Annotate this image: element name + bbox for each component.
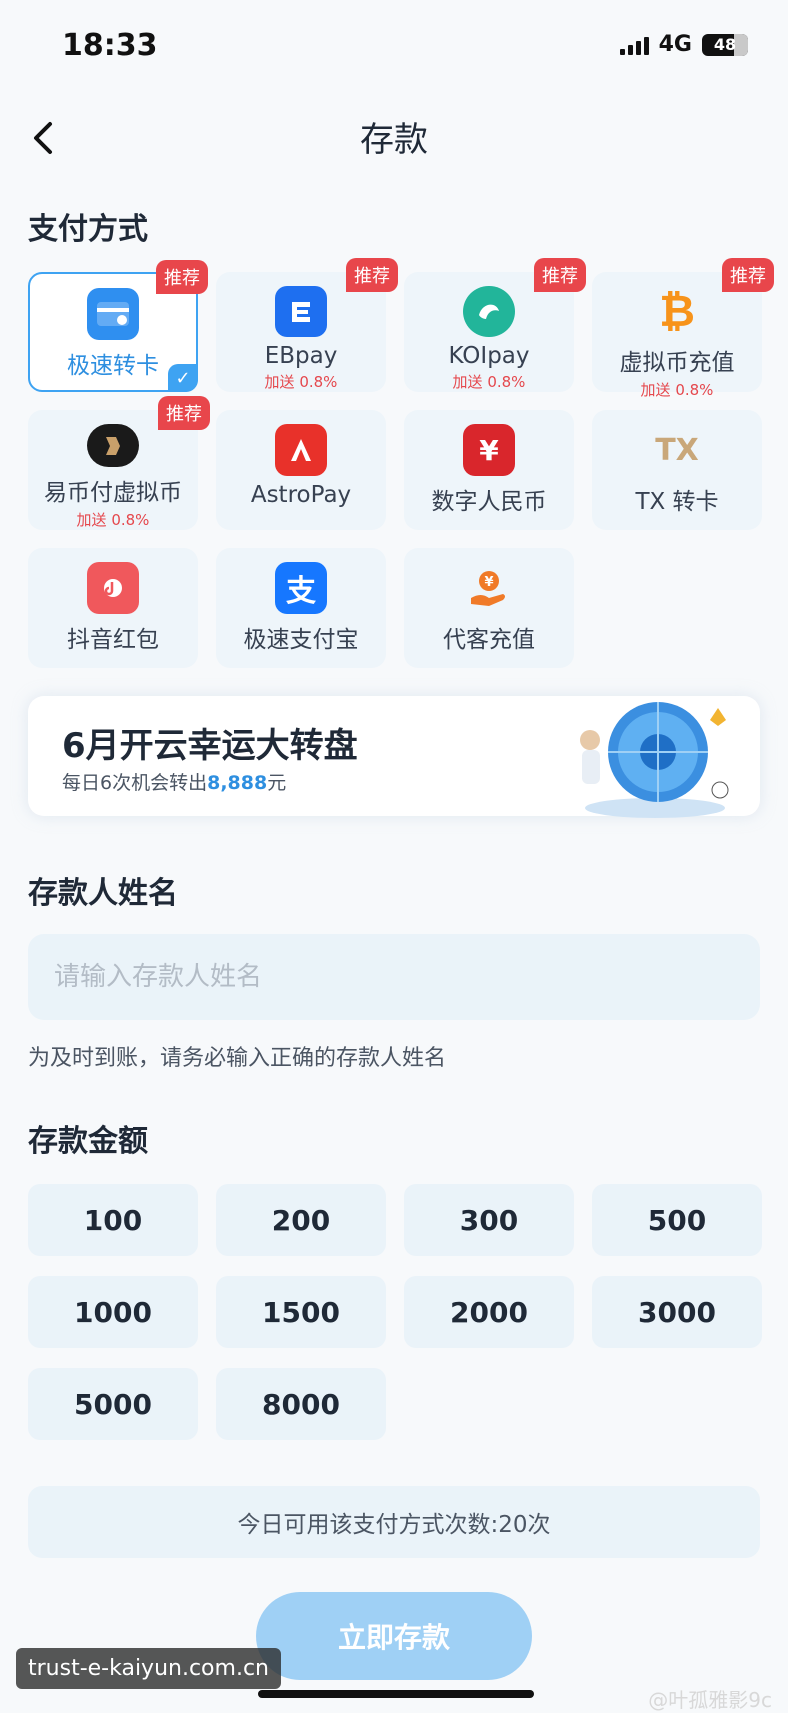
payment-method-agent[interactable]: ¥ 代客充值 xyxy=(404,548,574,668)
depositor-name-label: 存款人姓名 xyxy=(28,876,178,911)
amount-option-200[interactable]: 200 xyxy=(216,1184,386,1256)
payment-method-name: 虚拟币充值 xyxy=(619,350,735,376)
battery-icon: 48 xyxy=(702,33,748,56)
banner-subtitle: 每日6次机会转出8,888元 xyxy=(62,768,286,795)
bitcoin-icon: ₿ xyxy=(659,286,695,337)
depositor-name-hint: 为及时到账，请务必输入正确的存款人姓名 xyxy=(28,1046,447,1071)
amount-option-1500[interactable]: 1500 xyxy=(216,1276,386,1348)
recommend-tag: 推荐 xyxy=(534,258,586,292)
payment-method-name: 代客充值 xyxy=(443,627,535,653)
alipay-icon: 支 xyxy=(275,562,327,614)
amount-option-500[interactable]: 500 xyxy=(592,1184,762,1256)
deposit-amount-label: 存款金额 xyxy=(28,1124,148,1159)
lucky-wheel-banner[interactable]: 6月开云幸运大转盘 每日6次机会转出8,888元 xyxy=(28,696,760,818)
payment-method-name: 易币付虚拟币 xyxy=(44,480,182,506)
amount-option-100[interactable]: 100 xyxy=(28,1184,198,1256)
depositor-name-input[interactable] xyxy=(28,934,760,1020)
watermark-left: trust-e-kaiyun.com.cn xyxy=(16,1648,281,1689)
payment-method-digital-rmb[interactable]: ¥ 数字人民币 xyxy=(404,410,574,530)
payment-method-koipay[interactable]: 推荐 KOIpay 加送 0.8% xyxy=(404,258,586,392)
amount-option-300[interactable]: 300 xyxy=(404,1184,574,1256)
deposit-submit-button[interactable]: 立即存款 xyxy=(256,1592,532,1680)
amount-option-3000[interactable]: 3000 xyxy=(592,1276,762,1348)
payment-method-astropay[interactable]: AstroPay xyxy=(216,410,386,530)
red-envelope-icon xyxy=(87,562,139,614)
payment-method-douyin[interactable]: 抖音红包 xyxy=(28,548,198,668)
recommend-tag: 推荐 xyxy=(346,258,398,292)
payment-method-name: KOIpay xyxy=(448,343,530,369)
home-indicator[interactable] xyxy=(258,1690,534,1698)
bonus-text: 加送 0.8% xyxy=(264,373,338,391)
payment-method-alipay[interactable]: 支 极速支付宝 xyxy=(216,548,386,668)
payment-method-crypto[interactable]: 推荐 ₿ 虚拟币充值 加送 0.8% xyxy=(592,258,774,399)
ebpay-icon xyxy=(275,286,327,337)
tx-icon: TX xyxy=(655,432,699,468)
koi-icon xyxy=(463,286,515,337)
network-type: 4G xyxy=(658,32,692,57)
yibifu-icon xyxy=(87,424,139,467)
amount-options: 100 200 300 500 1000 1500 2000 3000 5000… xyxy=(28,1184,762,1444)
battery-level: 48 xyxy=(713,35,737,54)
selected-check-icon: ✓ xyxy=(168,364,198,392)
card-icon xyxy=(87,288,139,340)
amount-option-2000[interactable]: 2000 xyxy=(404,1276,574,1348)
payment-method-name: AstroPay xyxy=(250,482,352,508)
amount-option-1000[interactable]: 1000 xyxy=(28,1276,198,1348)
banner-sub-amount: 8,888 xyxy=(207,772,268,794)
astropay-icon xyxy=(275,424,327,476)
payment-method-name: EBpay xyxy=(264,343,338,369)
payment-method-ebpay[interactable]: 推荐 EBpay 加送 0.8% xyxy=(216,258,398,392)
banner-title: 6月开云幸运大转盘 xyxy=(62,726,358,766)
bonus-text: 加送 0.8% xyxy=(640,381,714,399)
signal-icon xyxy=(619,35,649,55)
hand-coin-icon: ¥ xyxy=(463,562,515,614)
bonus-text: 加送 0.8% xyxy=(76,511,150,529)
watermark-right: @叶孤雅影9c xyxy=(648,1688,772,1712)
status-time: 18:33 xyxy=(62,28,158,63)
recommend-tag: 推荐 xyxy=(722,258,774,292)
status-indicators: 4G 48 xyxy=(619,32,748,57)
svg-text:¥: ¥ xyxy=(484,575,493,590)
daily-limit-notice: 今日可用该支付方式次数:20次 xyxy=(28,1486,760,1558)
payment-method-name: TX 转卡 xyxy=(635,489,719,515)
lucky-wheel-image xyxy=(580,702,729,818)
amount-option-8000[interactable]: 8000 xyxy=(216,1368,386,1440)
payment-method-label: 支付方式 xyxy=(28,212,148,247)
recommend-tag: 推荐 xyxy=(158,396,210,430)
amount-option-5000[interactable]: 5000 xyxy=(28,1368,198,1440)
banner-sub-suffix: 元 xyxy=(267,772,287,794)
payment-method-fast-card[interactable]: 推荐 极速转卡 ✓ xyxy=(28,260,208,392)
recommend-tag: 推荐 xyxy=(156,260,208,294)
page-title: 存款 xyxy=(360,120,428,160)
payment-method-yibifu[interactable]: 推荐 易币付虚拟币 加送 0.8% xyxy=(28,396,210,530)
digital-rmb-icon: ¥ xyxy=(463,424,515,476)
payment-method-tx-card[interactable]: TX TX 转卡 xyxy=(592,410,762,530)
payment-method-name: 抖音红包 xyxy=(67,627,159,653)
payment-method-name: 极速支付宝 xyxy=(243,627,359,653)
payment-method-name: 极速转卡 xyxy=(67,353,159,379)
banner-sub-prefix: 每日6次机会转出 xyxy=(62,772,208,794)
payment-method-name: 数字人民币 xyxy=(431,489,547,515)
bonus-text: 加送 0.8% xyxy=(452,373,526,391)
